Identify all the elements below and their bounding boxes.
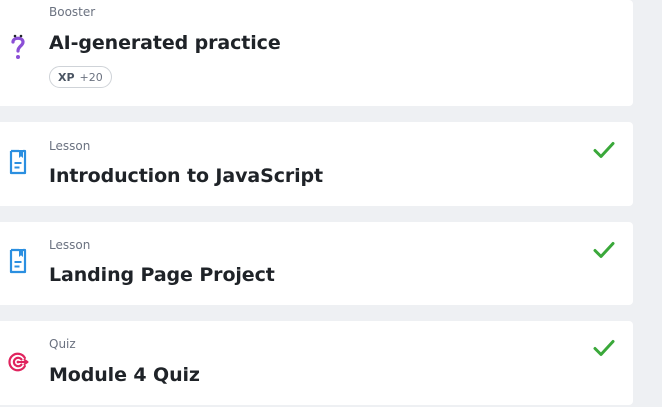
list-item-module-4-quiz[interactable]: Quiz Module 4 Quiz	[0, 321, 633, 405]
question-mark-icon	[7, 34, 29, 59]
list-item-landing-page-project[interactable]: Lesson Landing Page Project	[0, 222, 633, 305]
item-title: Landing Page Project	[49, 264, 275, 286]
xp-badge-value: +20	[79, 70, 103, 84]
item-type-label: Booster	[49, 5, 96, 19]
item-title: Introduction to JavaScript	[49, 165, 324, 187]
target-icon	[7, 351, 29, 373]
curriculum-item-list: Booster AI-generated practice XP +20 Les…	[0, 0, 662, 407]
list-item-introduction-to-javascript[interactable]: Lesson Introduction to JavaScript	[0, 122, 633, 206]
document-icon	[7, 149, 29, 175]
item-type-label: Quiz	[49, 337, 76, 351]
check-icon	[593, 242, 615, 258]
document-icon	[7, 248, 29, 274]
item-title: AI-generated practice	[49, 32, 281, 54]
check-icon	[593, 340, 615, 356]
item-title: Module 4 Quiz	[49, 364, 200, 386]
check-icon	[593, 142, 615, 158]
item-type-label: Lesson	[49, 238, 91, 252]
item-type-label: Lesson	[49, 139, 91, 153]
list-item-ai-generated-practice[interactable]: Booster AI-generated practice XP +20	[0, 0, 633, 106]
xp-badge: XP +20	[49, 66, 112, 88]
xp-badge-label: XP	[58, 70, 75, 84]
